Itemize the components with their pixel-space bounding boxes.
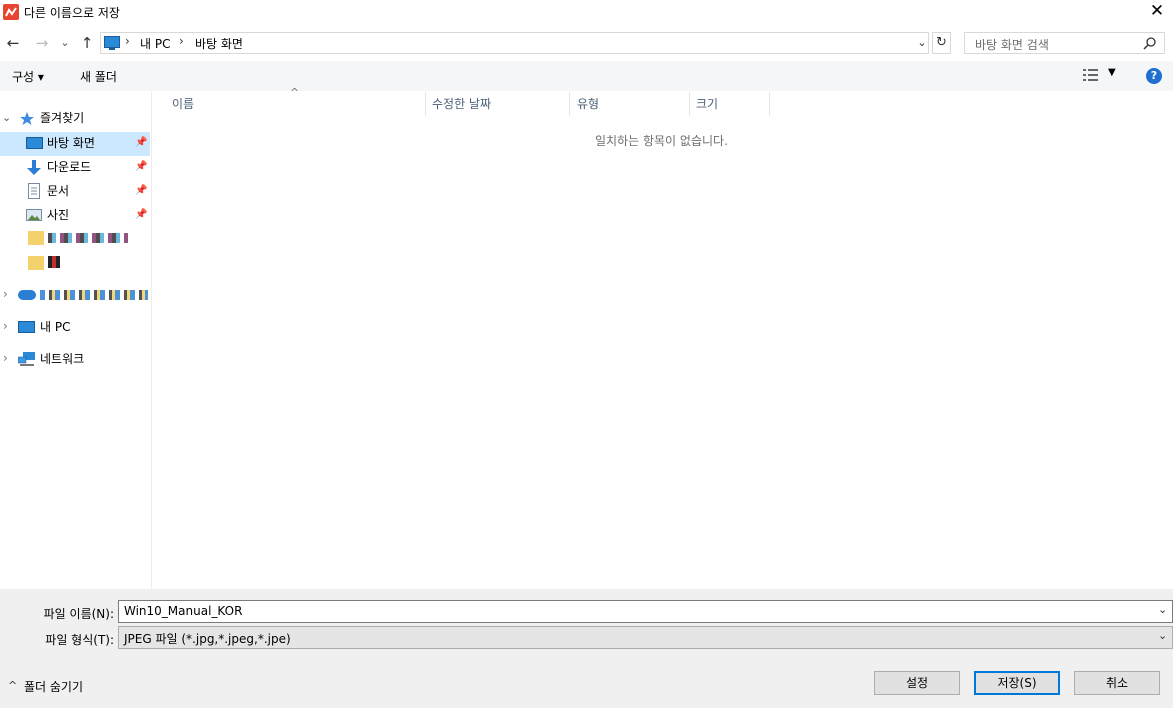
settings-button[interactable]: 설정 <box>874 671 960 695</box>
this-pc-icon <box>104 36 120 48</box>
save-button[interactable]: 저장(S) <box>974 671 1060 695</box>
collapse-icon[interactable]: ⌄ <box>2 111 11 124</box>
cancel-button[interactable]: 취소 <box>1074 671 1160 695</box>
star-icon <box>20 112 34 126</box>
column-divider[interactable] <box>569 92 570 116</box>
chevron-down-icon[interactable]: ⌄ <box>1158 603 1167 616</box>
column-header-size[interactable]: 크기 <box>696 95 718 112</box>
title-bar <box>0 0 1173 24</box>
column-header-name[interactable]: 이름 <box>172 95 194 112</box>
breadcrumb-this-pc[interactable]: 내 PC <box>140 35 170 52</box>
pin-icon: 📌 <box>135 209 148 220</box>
breadcrumb-desktop[interactable]: 바탕 화면 <box>195 35 243 52</box>
up-button[interactable]: ↑ <box>79 34 95 52</box>
view-dropdown-icon[interactable]: ▼ <box>1108 67 1116 78</box>
chevron-down-icon[interactable]: ⌄ <box>1158 629 1167 642</box>
search-icon[interactable] <box>1143 36 1157 50</box>
folder-icon <box>28 231 44 245</box>
column-divider[interactable] <box>425 92 426 116</box>
organize-menu[interactable]: 구성 ▾ <box>12 68 44 85</box>
nav-item-this-pc[interactable]: 내 PC <box>40 316 74 338</box>
pin-icon: 📌 <box>135 185 148 196</box>
network-icon <box>17 352 36 366</box>
nav-item-documents[interactable]: 문서 <box>47 180 69 202</box>
command-bar <box>0 61 1173 91</box>
pin-icon: 📌 <box>135 137 148 148</box>
nav-item-downloads[interactable]: 다운로드 <box>47 156 91 178</box>
filename-input[interactable]: Win10_Manual_KOR <box>118 600 1173 623</box>
recent-locations-button[interactable]: ⌄ <box>58 34 72 52</box>
back-button[interactable]: ← <box>5 34 21 52</box>
nav-item-pictures[interactable]: 사진 <box>47 204 69 226</box>
new-folder-button[interactable]: 새 폴더 <box>80 68 117 85</box>
nav-item-desktop[interactable]: 바탕 화면 <box>47 132 95 154</box>
sort-indicator-icon: ^ <box>290 86 300 99</box>
column-header-date-modified[interactable]: 수정한 날짜 <box>432 95 491 112</box>
refresh-button[interactable]: ↻ <box>932 32 951 54</box>
search-input[interactable]: 바탕 화면 검색 <box>964 32 1165 54</box>
filetype-select[interactable]: JPEG 파일 (*.jpg,*.jpeg,*.jpe) <box>118 626 1173 649</box>
redacted-folder-label[interactable] <box>48 256 60 268</box>
help-icon[interactable]: ? <box>1146 68 1162 84</box>
nav-item-network[interactable]: 네트워크 <box>40 348 84 370</box>
breadcrumb-separator[interactable]: › <box>179 34 184 48</box>
download-icon <box>25 159 43 177</box>
column-divider[interactable] <box>689 92 690 116</box>
cloud-icon <box>18 290 36 300</box>
address-dropdown-button[interactable]: ⌄ <box>915 35 929 51</box>
desktop-icon <box>26 137 43 149</box>
redacted-onedrive-label[interactable] <box>40 290 148 300</box>
filetype-label: 파일 형식(T): <box>45 633 114 647</box>
app-logo-icon <box>3 4 19 20</box>
close-button[interactable]: ✕ <box>1141 0 1173 24</box>
pictures-icon <box>26 209 42 221</box>
expand-icon[interactable]: › <box>3 319 8 333</box>
this-pc-icon <box>18 321 35 333</box>
redacted-folder-label[interactable] <box>48 233 128 243</box>
document-icon <box>28 183 40 199</box>
window-title: 다른 이름으로 저장 <box>24 6 120 20</box>
folder-icon <box>28 256 44 270</box>
this-pc-icon-stand <box>109 48 115 50</box>
nav-quick-access[interactable]: 즐겨찾기 <box>40 107 84 129</box>
chevron-up-icon[interactable]: ^ <box>8 679 17 692</box>
view-options-icon[interactable] <box>1083 69 1101 81</box>
breadcrumb-separator[interactable]: › <box>125 34 130 48</box>
pin-icon: 📌 <box>135 161 148 172</box>
column-divider[interactable] <box>769 92 770 116</box>
hide-folders-button[interactable]: 폴더 숨기기 <box>24 678 83 695</box>
expand-icon[interactable]: › <box>3 287 8 301</box>
filename-label: 파일 이름(N): <box>43 607 114 621</box>
forward-button[interactable]: → <box>34 34 50 52</box>
expand-icon[interactable]: › <box>3 351 8 365</box>
column-header-type[interactable]: 유형 <box>577 95 599 112</box>
empty-folder-message: 일치하는 항목이 없습니다. <box>595 134 728 148</box>
